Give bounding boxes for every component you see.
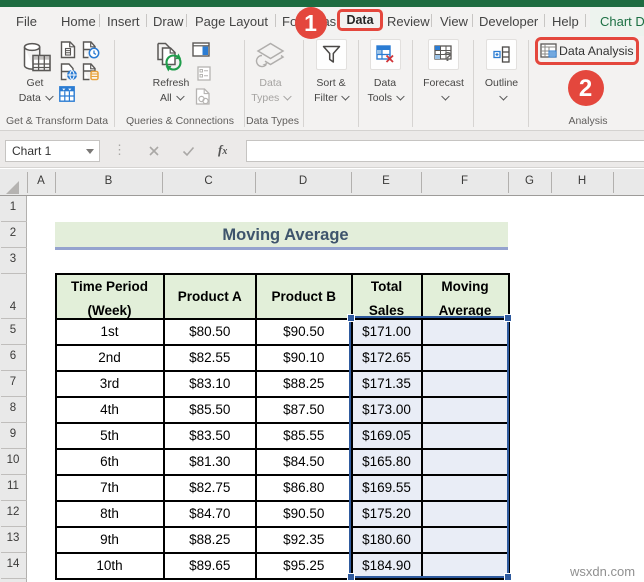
svg-text:?: ? (444, 49, 452, 63)
